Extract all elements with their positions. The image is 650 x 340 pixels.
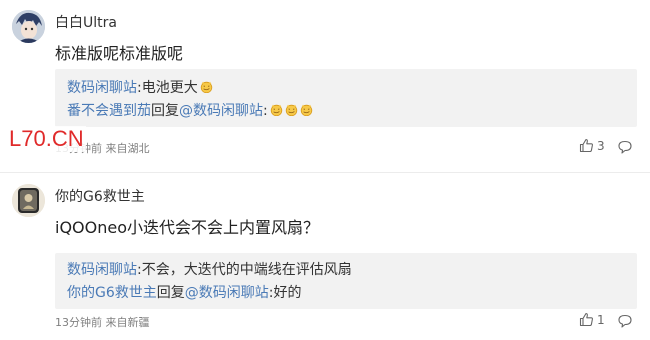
reply-author-link[interactable]: 数码闲聊站 [67,80,137,96]
smirk-emoji-icon [300,104,312,116]
reply-author-link[interactable]: 数码闲聊站 [67,262,137,278]
reply-line: 数码闲聊站:电池更大 [67,77,213,97]
reply-target-link[interactable]: @数码闲聊站 [185,285,269,301]
thumbs-up-icon [579,138,593,153]
reply-author-link[interactable]: 你的G6救世主 [67,285,157,301]
avatar[interactable] [12,10,45,43]
reply-box: 数码闲聊站:电池更大 番不会遇到茄回复@数码闲聊站: [55,69,637,127]
like-count: 3 [597,138,605,153]
reply-line: 你的G6救世主回复@数码闲聊站:好的 [67,282,301,302]
smirk-emoji-icon [285,104,297,116]
reply-line: 数码闲聊站:不会，大迭代的中端线在评估风扇 [67,259,352,279]
comment-text: 标准版呢标准版呢 [55,44,184,63]
reply-separator: : [263,103,268,119]
reply-content: 电池更大 [141,80,198,96]
reply-content: 不会，大迭代的中端线在评估风扇 [141,262,352,278]
like-button[interactable]: 3 [579,138,605,153]
comment-item: 你的G6救世主 iQOOneo小迭代会不会上内置风扇？ 数码闲聊站:不会，大迭代… [0,172,650,340]
reply-bubble-icon[interactable] [617,139,633,155]
smirk-emoji-icon [270,104,282,116]
watermark: L70.CN [7,126,86,152]
like-button[interactable]: 1 [579,312,605,327]
reply-action: 回复 [156,285,185,301]
reply-bubble-icon[interactable] [617,313,633,329]
username[interactable]: 白白Ultra [55,12,117,32]
username[interactable]: 你的G6救世主 [55,186,145,206]
reply-line: 番不会遇到茄回复@数码闲聊站: [67,100,313,120]
thumbs-up-icon [579,312,593,327]
reply-action: 回复 [151,103,179,119]
reply-author-link[interactable]: 番不会遇到茄 [67,103,151,119]
smirk-emoji-icon [200,81,212,93]
comment-text: iQOOneo小迭代会不会上内置风扇？ [55,218,320,237]
reply-box: 数码闲聊站:不会，大迭代的中端线在评估风扇 你的G6救世主回复@数码闲聊站:好的 [55,253,637,309]
like-count: 1 [597,312,605,327]
reply-content: 好的 [273,285,302,301]
comment-meta: 13分钟前 来自新疆 [55,316,150,329]
reply-target-link[interactable]: @数码闲聊站 [179,103,263,119]
avatar[interactable] [12,184,45,217]
comment-item: 白白Ultra 标准版呢标准版呢 数码闲聊站:电池更大 番不会遇到茄回复@数码闲… [0,0,650,172]
